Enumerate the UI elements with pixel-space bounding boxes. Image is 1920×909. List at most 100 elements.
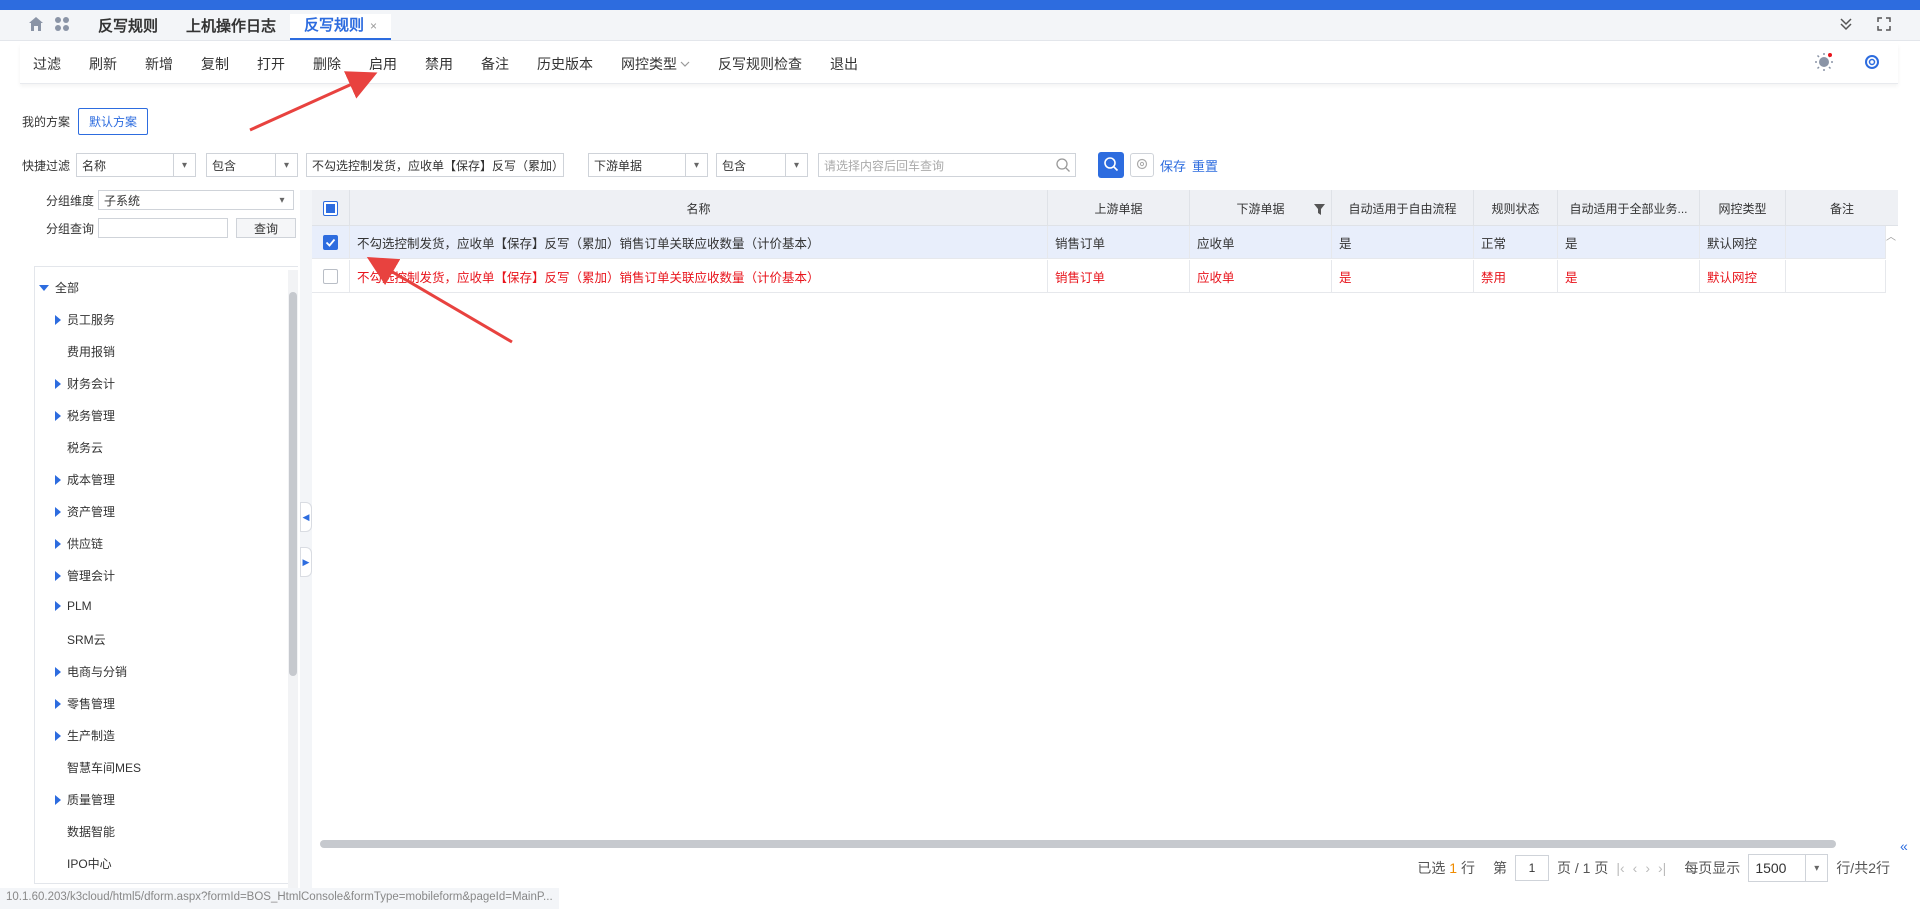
group-query-button[interactable]: 查询 bbox=[236, 218, 296, 238]
open-button[interactable]: 打开 bbox=[257, 52, 285, 76]
caret-down-icon[interactable] bbox=[39, 284, 49, 291]
filter-settings-button[interactable] bbox=[1130, 153, 1155, 177]
collapse-left-icon[interactable]: ◀ bbox=[300, 502, 312, 532]
tree-item[interactable]: 零售管理 bbox=[55, 695, 115, 712]
collapse-right-panel-icon[interactable]: « bbox=[1900, 838, 1920, 864]
tab-writeback-rules-1[interactable]: 反写规则 bbox=[84, 14, 172, 40]
col-header-rule-status[interactable]: 规则状态 bbox=[1474, 190, 1558, 226]
filter-search-input[interactable]: 请选择内容后回车查询 bbox=[818, 153, 1077, 177]
fullscreen-icon[interactable] bbox=[1876, 16, 1892, 37]
tree-scrollbar[interactable] bbox=[288, 270, 298, 890]
filter-op-select-2[interactable]: 包含 ▾ bbox=[716, 153, 809, 177]
col-header-network-control[interactable]: 网控类型 bbox=[1700, 190, 1786, 226]
caret-right-icon[interactable] bbox=[55, 570, 61, 581]
group-dimension-select[interactable]: 子系统 ▾ bbox=[98, 190, 294, 210]
gear-icon[interactable] bbox=[1862, 52, 1882, 75]
remark-button[interactable]: 备注 bbox=[481, 52, 509, 76]
scrollbar-thumb[interactable] bbox=[320, 840, 1836, 848]
filter-value-input-1[interactable]: 不勾选控制发货，应收单【保存】反写（累加） bbox=[306, 153, 565, 177]
row-checkbox[interactable] bbox=[323, 269, 338, 284]
tree-item[interactable]: 管理会计 bbox=[55, 567, 115, 584]
tree-item[interactable]: 电商与分销 bbox=[55, 663, 127, 680]
table-row[interactable]: 不勾选控制发货，应收单【保存】反写（累加）销售订单关联应收数量（计价基本） 销售订… bbox=[312, 260, 1886, 293]
caret-right-icon[interactable] bbox=[55, 410, 61, 421]
caret-right-icon[interactable] bbox=[55, 474, 61, 485]
tree-item[interactable]: 税务云 bbox=[55, 439, 103, 456]
col-header-auto-free-flow[interactable]: 自动适用于自由流程 bbox=[1332, 190, 1474, 226]
row-checkbox[interactable] bbox=[323, 235, 338, 250]
prev-page-icon[interactable]: ‹ bbox=[1633, 860, 1638, 876]
chevron-up-icon[interactable]: ︿ bbox=[1886, 228, 1896, 243]
tree-item[interactable]: 全部 bbox=[39, 279, 79, 296]
caret-right-icon[interactable] bbox=[55, 378, 61, 389]
caret-right-icon[interactable] bbox=[55, 666, 61, 677]
enable-button[interactable]: 启用 bbox=[369, 52, 397, 76]
tree-item[interactable]: 费用报销 bbox=[55, 343, 115, 360]
caret-right-icon[interactable] bbox=[55, 794, 61, 805]
tree-item[interactable]: IPO中心 bbox=[55, 855, 112, 872]
home-icon[interactable] bbox=[28, 16, 44, 35]
expand-right-icon[interactable]: ▶ bbox=[300, 547, 312, 577]
search-button[interactable] bbox=[1098, 152, 1125, 178]
caret-right-icon[interactable] bbox=[55, 601, 61, 611]
tree-item[interactable]: 财务会计 bbox=[55, 375, 115, 392]
col-header-remark[interactable]: 备注 bbox=[1786, 190, 1898, 226]
copy-button[interactable]: 复制 bbox=[201, 52, 229, 76]
theme-bulb-icon[interactable] bbox=[1814, 52, 1834, 75]
reset-filter-link[interactable]: 重置 bbox=[1192, 156, 1218, 175]
col-header-name[interactable]: 名称 bbox=[350, 190, 1048, 226]
tree-item[interactable]: SRM云 bbox=[55, 631, 106, 648]
delete-button[interactable]: 删除 bbox=[313, 52, 341, 76]
refresh-button[interactable]: 刷新 bbox=[89, 52, 117, 76]
table-cell: 销售订单 bbox=[1048, 226, 1190, 259]
tree-item[interactable]: 成本管理 bbox=[55, 471, 115, 488]
caret-right-icon[interactable] bbox=[55, 698, 61, 709]
filter-op-select-1[interactable]: 包含 ▾ bbox=[206, 153, 299, 177]
chevron-double-down-icon[interactable] bbox=[1838, 16, 1854, 37]
filter-field-select-2[interactable]: 下游单据 ▾ bbox=[588, 153, 709, 177]
tree-item[interactable]: 质量管理 bbox=[55, 791, 115, 808]
tree-item[interactable]: 员工服务 bbox=[55, 311, 115, 328]
tree-item[interactable]: 资产管理 bbox=[55, 503, 115, 520]
caret-right-icon[interactable] bbox=[55, 506, 61, 517]
exit-button[interactable]: 退出 bbox=[830, 52, 858, 76]
tree-item-label: 智慧车间MES bbox=[67, 761, 142, 775]
apps-grid-icon[interactable] bbox=[54, 16, 70, 35]
col-header-auto-all-business[interactable]: 自动适用于全部业务... bbox=[1558, 190, 1700, 226]
tree-item[interactable]: PLM bbox=[55, 599, 92, 613]
per-page-select[interactable]: 1500 ▾ bbox=[1748, 854, 1829, 882]
caret-right-icon[interactable] bbox=[55, 730, 61, 741]
new-button[interactable]: 新增 bbox=[145, 52, 173, 76]
save-filter-link[interactable]: 保存 bbox=[1160, 156, 1186, 175]
col-header-upstream[interactable]: 上游单据 bbox=[1048, 190, 1190, 226]
tree-item[interactable]: 供应链 bbox=[55, 535, 103, 552]
col-header-downstream[interactable]: 下游单据 bbox=[1190, 190, 1332, 226]
rule-check-button[interactable]: 反写规则检查 bbox=[718, 52, 802, 76]
group-query-input[interactable] bbox=[98, 218, 228, 238]
history-version-button[interactable]: 历史版本 bbox=[537, 52, 593, 76]
last-page-icon[interactable]: ›| bbox=[1658, 860, 1666, 876]
first-page-icon[interactable]: |‹ bbox=[1616, 860, 1624, 876]
network-control-type-menu[interactable]: 网控类型 bbox=[621, 52, 690, 76]
page-number-input[interactable]: 1 bbox=[1514, 855, 1549, 881]
disable-button[interactable]: 禁用 bbox=[425, 52, 453, 76]
default-scheme-button[interactable]: 默认方案 bbox=[78, 108, 149, 135]
caret-right-icon[interactable] bbox=[55, 314, 61, 325]
caret-right-icon[interactable] bbox=[55, 538, 61, 549]
filter-field-select-1[interactable]: 名称 ▾ bbox=[76, 153, 197, 177]
grid-h-scrollbar[interactable] bbox=[316, 838, 1896, 848]
tree-item[interactable]: 生产制造 bbox=[55, 727, 115, 744]
tree-item[interactable]: 数据智能 bbox=[55, 823, 115, 840]
scrollbar-thumb[interactable] bbox=[289, 292, 297, 676]
tab-writeback-rules-active[interactable]: 反写规则 × bbox=[290, 13, 392, 40]
next-page-icon[interactable]: › bbox=[1645, 860, 1650, 876]
tree-item[interactable]: 智慧车间MES bbox=[55, 759, 141, 776]
table-row[interactable]: 不勾选控制发货，应收单【保存】反写（累加）销售订单关联应收数量（计价基本） 销售订… bbox=[312, 226, 1886, 259]
tab-operation-log[interactable]: 上机操作日志 bbox=[172, 14, 290, 40]
select-all-checkbox[interactable] bbox=[323, 200, 338, 216]
filter-funnel-icon[interactable] bbox=[1314, 204, 1325, 218]
tab-label: 反写规则 bbox=[304, 17, 365, 34]
tree-item[interactable]: 税务管理 bbox=[55, 407, 115, 424]
filter-button[interactable]: 过滤 bbox=[33, 52, 61, 76]
close-icon[interactable]: × bbox=[370, 13, 377, 39]
